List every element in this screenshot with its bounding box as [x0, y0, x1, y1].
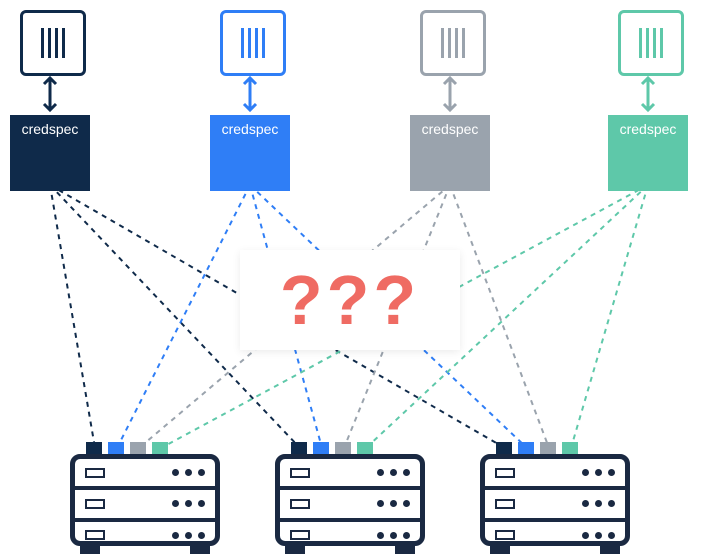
server-icon	[70, 454, 220, 546]
server-node	[480, 436, 630, 556]
credspec-box: credspec	[10, 115, 90, 191]
diagram-canvas: credspec credspec credspec credspec ???	[0, 0, 703, 556]
server-icon	[275, 454, 425, 546]
credspec-box: credspec	[210, 115, 290, 191]
credspec-label: credspec	[620, 121, 677, 137]
question-box: ???	[240, 250, 460, 350]
question-label: ???	[280, 260, 420, 340]
credspec-box: credspec	[410, 115, 490, 191]
server-node	[70, 436, 220, 556]
server-icon	[480, 454, 630, 546]
credspec-label: credspec	[22, 121, 79, 137]
server-node	[275, 436, 425, 556]
credspec-label: credspec	[222, 121, 279, 137]
credspec-label: credspec	[422, 121, 479, 137]
credspec-box: credspec	[608, 115, 688, 191]
